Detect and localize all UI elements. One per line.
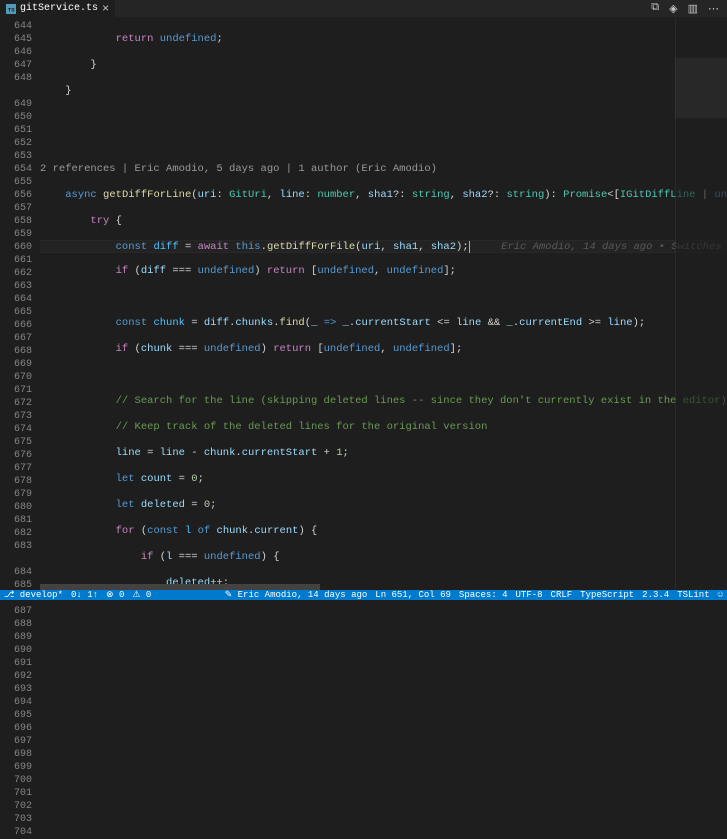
- line-number: 683: [0, 540, 32, 553]
- eol-status[interactable]: CRLF: [551, 590, 573, 600]
- line-number: 680: [0, 501, 32, 514]
- line-number: 677: [0, 462, 32, 475]
- line-number: 673: [0, 410, 32, 423]
- line-number: 690: [0, 644, 32, 657]
- editor-tab[interactable]: TS gitService.ts ×: [0, 0, 115, 18]
- line-gutter: 644 645 646 647 648 649 650 651 652 653 …: [0, 18, 40, 590]
- line-number: 650: [0, 111, 32, 124]
- line-number: [0, 85, 32, 98]
- line-number: 658: [0, 215, 32, 228]
- line-number: 681: [0, 514, 32, 527]
- line-number: 694: [0, 696, 32, 709]
- line-number: 664: [0, 293, 32, 306]
- split-icon[interactable]: ▥: [688, 2, 698, 16]
- language-status[interactable]: TypeScript: [580, 590, 634, 600]
- blame-status[interactable]: ✎ Eric Amodio, 14 days ago: [225, 590, 368, 600]
- line-number: 670: [0, 371, 32, 384]
- line-number: 695: [0, 709, 32, 722]
- line-number: 703: [0, 813, 32, 826]
- diff-icon[interactable]: ◈: [669, 2, 677, 16]
- line-number: 669: [0, 358, 32, 371]
- line-number: 688: [0, 618, 32, 631]
- line-number: 648: [0, 72, 32, 85]
- git-sync[interactable]: 0↓ 1↑: [71, 590, 98, 600]
- line-number: 649: [0, 98, 32, 111]
- line-number: 696: [0, 722, 32, 735]
- line-number: 654: [0, 163, 32, 176]
- encoding-status[interactable]: UTF-8: [516, 590, 543, 600]
- typescript-icon: TS: [6, 4, 16, 14]
- close-icon[interactable]: ×: [102, 3, 109, 15]
- git-branch[interactable]: ⎇ develop*: [4, 590, 63, 600]
- errors-count[interactable]: ⊗ 0: [106, 590, 124, 600]
- line-number: 657: [0, 202, 32, 215]
- line-number: 691: [0, 657, 32, 670]
- line-number: 704: [0, 826, 32, 839]
- status-bar: ⎇ develop* 0↓ 1↑ ⊗ 0 ⚠ 0 ✎ Eric Amodio, …: [0, 590, 727, 600]
- line-number: 653: [0, 150, 32, 163]
- minimap[interactable]: [675, 18, 727, 590]
- line-number: 646: [0, 46, 32, 59]
- line-number: 678: [0, 475, 32, 488]
- line-number: 644: [0, 20, 32, 33]
- line-number: 661: [0, 254, 32, 267]
- line-number: 675: [0, 436, 32, 449]
- line-number: 665: [0, 306, 32, 319]
- line-number: 660: [0, 241, 32, 254]
- line-number: 652: [0, 137, 32, 150]
- line-number: 676: [0, 449, 32, 462]
- line-number: 697: [0, 735, 32, 748]
- line-number: 674: [0, 423, 32, 436]
- line-number: 672: [0, 397, 32, 410]
- line-number: 684: [0, 566, 32, 579]
- linter-status[interactable]: TSLint: [677, 590, 709, 600]
- indent-status[interactable]: Spaces: 4: [459, 590, 508, 600]
- cursor-position[interactable]: Ln 651, Col 69: [375, 590, 451, 600]
- line-number: 656: [0, 189, 32, 202]
- line-number: 647: [0, 59, 32, 72]
- compare-icon[interactable]: ⧉: [651, 2, 659, 16]
- line-number: 671: [0, 384, 32, 397]
- line-number: 701: [0, 787, 32, 800]
- line-number: 666: [0, 319, 32, 332]
- minimap-slider[interactable]: [675, 58, 727, 118]
- line-number: 687: [0, 605, 32, 618]
- line-number: [0, 553, 32, 566]
- line-number: 663: [0, 280, 32, 293]
- line-number: 692: [0, 670, 32, 683]
- line-number: 698: [0, 748, 32, 761]
- ts-version[interactable]: 2.3.4: [642, 590, 669, 600]
- line-number: 667: [0, 332, 32, 345]
- tab-bar: TS gitService.ts × ⧉ ◈ ▥ ⋯: [0, 0, 727, 18]
- editor-actions: ⧉ ◈ ▥ ⋯: [651, 2, 727, 16]
- line-number: 693: [0, 683, 32, 696]
- line-number: 679: [0, 488, 32, 501]
- line-number: 682: [0, 527, 32, 540]
- warnings-count[interactable]: ⚠ 0: [132, 590, 151, 600]
- line-number: 645: [0, 33, 32, 46]
- line-number: 659: [0, 228, 32, 241]
- line-number: 702: [0, 800, 32, 813]
- svg-text:TS: TS: [8, 6, 15, 13]
- code-content[interactable]: return undefined; } } 2 references | Eri…: [40, 18, 727, 590]
- tab-filename: gitService.ts: [20, 3, 98, 14]
- more-icon[interactable]: ⋯: [708, 2, 719, 16]
- line-number: 700: [0, 774, 32, 787]
- feedback-icon[interactable]: ☺: [718, 590, 723, 600]
- editor-area[interactable]: 644 645 646 647 648 649 650 651 652 653 …: [0, 18, 727, 590]
- line-number: 651: [0, 124, 32, 137]
- line-number: 689: [0, 631, 32, 644]
- line-number: 699: [0, 761, 32, 774]
- line-number: 655: [0, 176, 32, 189]
- line-number: 662: [0, 267, 32, 280]
- line-number: 668: [0, 345, 32, 358]
- codelens[interactable]: 2 references | Eric Amodio, 5 days ago |…: [40, 163, 727, 176]
